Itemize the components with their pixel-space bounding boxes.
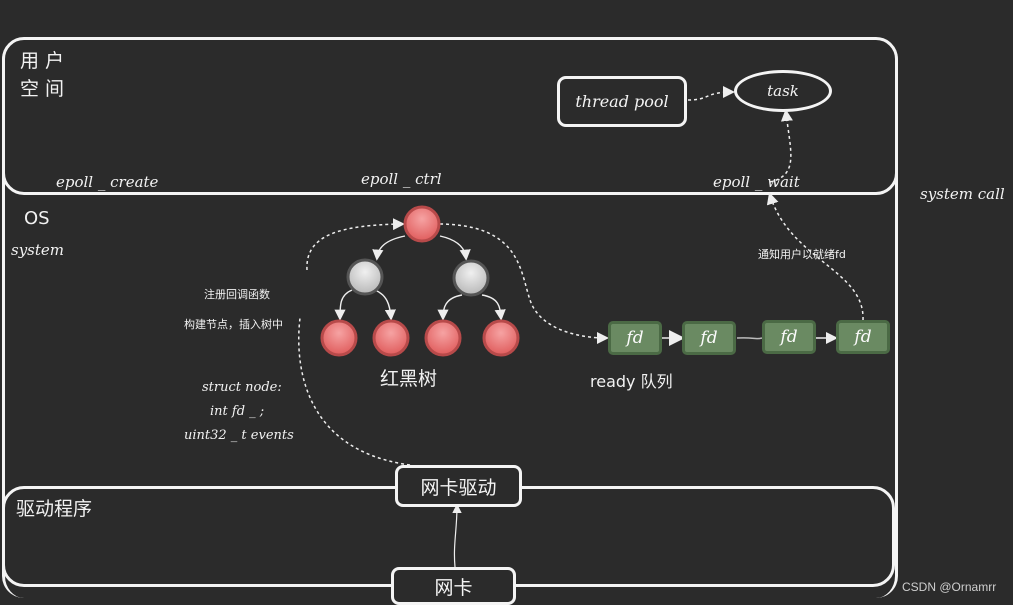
ready-queue-item: fd (836, 320, 890, 354)
queue-link-2 (736, 337, 763, 340)
wait-to-task-arrow (769, 109, 793, 183)
connector-layer (298, 86, 864, 568)
watermark: CSDN @Ornamrr (902, 580, 997, 594)
nic-box: 网卡 (391, 567, 516, 605)
ready-to-wait-arrow (766, 192, 864, 321)
rbtree-leaf-node-1 (320, 319, 358, 357)
rbtree-leaf-node-3 (424, 319, 462, 357)
nic-driver-label: 网卡驱动 (420, 476, 497, 499)
rbtree-label: 红黑树 (380, 368, 438, 390)
ready-queue-item: fd (682, 321, 736, 355)
nic-to-driver-arrow (452, 503, 462, 568)
nic-driver-box: 网卡驱动 (395, 465, 522, 507)
ready-queue-item: fd (608, 321, 662, 355)
rbtree-leaf-node-2 (372, 319, 410, 357)
rbtree-black-node-left (346, 258, 384, 296)
nic-label: 网卡 (434, 576, 473, 599)
threadpool-to-task-arrow (687, 86, 735, 101)
ready-queue-label: ready 队列 (590, 372, 673, 391)
rbtree-leaf-node-4 (482, 319, 520, 357)
rbtree-root-node (403, 205, 441, 243)
ready-queue-item: fd (762, 320, 816, 354)
rbtree-black-node-right (452, 259, 490, 297)
